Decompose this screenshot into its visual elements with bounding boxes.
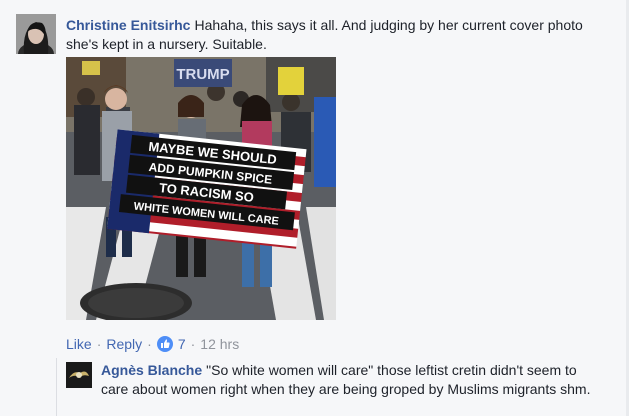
separator-dot: · [96,336,102,352]
separator-dot: · [147,336,152,352]
reply-thread-line [56,358,57,416]
trump-sign-text: TRUMP [176,66,229,83]
comment-body: Christine Enitsirhc Hahaha, this says it … [66,16,611,54]
reply-author-avatar[interactable] [66,362,92,388]
comment-actions: Like · Reply · 7 · 12 hrs [66,335,239,353]
reply-author-link[interactable]: Agnès Blanche [101,362,202,378]
reply-body: Agnès Blanche "So white women will care" … [101,361,601,399]
comment-timestamp[interactable]: 12 hrs [200,336,239,352]
comment-photo[interactable]: TRUMP MAYBE WE SHOULD ADD PUMPKIN SPICE … [66,57,336,320]
commenter-avatar[interactable] [16,14,56,54]
comment-author-link[interactable]: Christine Enitsirhc [66,17,190,33]
thumbs-up-icon[interactable] [156,336,173,352]
reply-link[interactable]: Reply [106,336,142,352]
separator-dot: · [190,336,196,352]
reaction-count[interactable]: 7 [178,336,186,352]
like-link[interactable]: Like [66,336,92,352]
